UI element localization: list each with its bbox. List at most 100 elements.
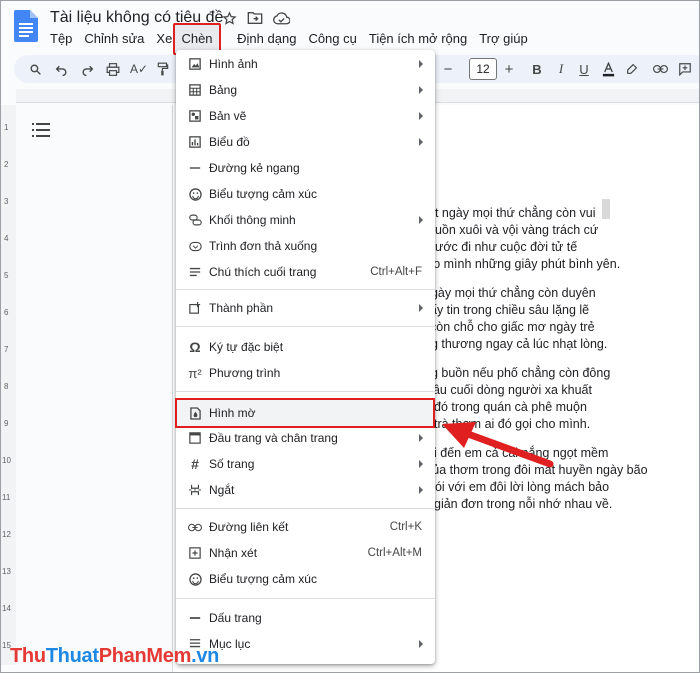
menu-item-bookmark[interactable]: Dấu trang bbox=[176, 606, 435, 630]
menu-item-table[interactable]: Bảng bbox=[176, 78, 435, 102]
add-comment-icon[interactable] bbox=[676, 60, 694, 78]
google-docs-logo-icon[interactable] bbox=[14, 10, 38, 42]
menu-item-dropdown[interactable]: Trình đơn thả xuống bbox=[176, 234, 435, 258]
omega-icon: Ω bbox=[189, 339, 201, 355]
watermark-part: Thuat bbox=[45, 645, 99, 667]
menu-item-building-blocks[interactable]: Thành phần bbox=[176, 296, 435, 320]
menu-item-special-characters[interactable]: Ω Ký tự đặc biệt bbox=[176, 335, 435, 359]
menu-divider bbox=[176, 598, 435, 599]
undo-icon[interactable] bbox=[52, 60, 70, 78]
header-footer-icon bbox=[188, 431, 202, 445]
move-folder-icon[interactable] bbox=[246, 9, 264, 27]
menu-extensions[interactable]: Tiện ích mở rộng bbox=[369, 30, 467, 48]
building-blocks-icon bbox=[188, 301, 202, 315]
menu-item-emoji[interactable]: Biểu tượng cảm xúc bbox=[176, 182, 435, 206]
ruler-tick: 7 bbox=[4, 345, 9, 354]
menu-item-image[interactable]: Hình ảnh bbox=[176, 52, 435, 76]
menu-item-label: Biểu đồ bbox=[209, 135, 250, 149]
text-line: cho mình những giây phút bình yên. bbox=[420, 257, 621, 271]
insert-link-icon[interactable] bbox=[651, 60, 669, 78]
menu-item-link[interactable]: Đường liên kết Ctrl+K bbox=[176, 515, 435, 539]
search-icon[interactable] bbox=[26, 60, 44, 78]
print-icon[interactable] bbox=[104, 60, 122, 78]
menu-item-label: Dấu trang bbox=[209, 611, 262, 625]
menu-item-page-numbers[interactable]: # Số trang bbox=[176, 452, 435, 476]
menu-item-horizontal-line[interactable]: Đường kẻ ngang bbox=[176, 156, 435, 180]
menu-item-headers-footers[interactable]: Đầu trang và chân trang bbox=[176, 426, 435, 450]
submenu-arrow-icon bbox=[419, 486, 423, 494]
menu-edit[interactable]: Chỉnh sửa bbox=[84, 30, 144, 48]
image-icon bbox=[188, 57, 202, 71]
star-icon[interactable] bbox=[220, 9, 238, 27]
menu-item-comment[interactable]: Nhận xét Ctrl+Alt+M bbox=[176, 541, 435, 565]
menu-item-label: Bảng bbox=[209, 83, 238, 97]
text-color-icon[interactable] bbox=[599, 60, 617, 78]
bold-icon[interactable]: B bbox=[528, 60, 546, 78]
menu-format[interactable]: Định dạng bbox=[237, 30, 296, 48]
text-line: ột ngày mọi thứ chẳng còn vui bbox=[428, 206, 596, 220]
ruler-tick: 9 bbox=[4, 419, 9, 428]
menu-divider bbox=[176, 289, 435, 290]
menu-bar: Tệp Chỉnh sửa Xem Định dạng Công cụ Tiện… bbox=[50, 30, 528, 48]
vertical-ruler[interactable]: 1 2 3 4 5 6 7 8 9 10 11 12 13 14 15 bbox=[0, 105, 16, 665]
menu-item-watermark[interactable]: Hình mờ bbox=[176, 400, 435, 426]
equation-icon: π² bbox=[188, 365, 202, 381]
menu-item-drawing[interactable]: Bản vẽ bbox=[176, 104, 435, 128]
bookmark-icon bbox=[188, 611, 202, 625]
text-line: buồn xuôi và vội vàng trách cứ bbox=[428, 223, 599, 237]
smart-chips-icon bbox=[188, 213, 202, 227]
italic-icon[interactable]: I bbox=[552, 60, 570, 78]
ruler-tick: 12 bbox=[2, 530, 11, 539]
menu-item-emoji-reaction[interactable]: Biểu tượng cảm xúc bbox=[176, 567, 435, 591]
decrease-font-size-icon[interactable]: − bbox=[439, 60, 457, 78]
menu-divider bbox=[176, 391, 435, 392]
ruler-tick: 3 bbox=[4, 197, 9, 206]
menu-item-footnote[interactable]: Chú thích cuối trang Ctrl+Alt+F bbox=[176, 260, 435, 284]
menu-item-chart[interactable]: Biểu đồ bbox=[176, 130, 435, 154]
highlight-color-icon[interactable] bbox=[622, 60, 640, 78]
paint-format-icon[interactable] bbox=[154, 60, 172, 78]
submenu-arrow-icon bbox=[419, 60, 423, 68]
ruler-tick: 2 bbox=[4, 160, 9, 169]
spellcheck-icon[interactable]: A✓ bbox=[130, 60, 148, 78]
menu-item-equation[interactable]: π² Phương trình bbox=[176, 361, 435, 385]
text-line: giản đơn trong nỗi nhớ nhau về. bbox=[434, 497, 613, 511]
menu-divider bbox=[176, 326, 435, 327]
menu-item-shortcut: Ctrl+Alt+M bbox=[367, 547, 422, 559]
insert-menu-dropdown: Hình ảnh Bảng Bản vẽ Biểu đồ Đường kẻ ng… bbox=[176, 50, 435, 664]
ruler-tick: 13 bbox=[2, 567, 11, 576]
submenu-arrow-icon bbox=[419, 304, 423, 312]
comment-icon bbox=[188, 546, 202, 560]
menu-file[interactable]: Tệp bbox=[50, 30, 72, 48]
ruler-tick: 14 bbox=[2, 604, 11, 613]
font-size-input[interactable]: 12 bbox=[469, 58, 497, 80]
menu-help[interactable]: Trợ giúp bbox=[479, 30, 528, 48]
chart-icon bbox=[188, 135, 202, 149]
menu-insert[interactable]: Chèn bbox=[175, 25, 219, 53]
increase-font-size-icon[interactable]: + bbox=[500, 60, 518, 78]
watermark-part: Thu bbox=[10, 645, 46, 667]
redo-icon[interactable] bbox=[78, 60, 96, 78]
emoji-icon bbox=[188, 187, 202, 201]
site-watermark-logo: ThuThuatPhanMem.vn bbox=[10, 645, 219, 668]
menu-item-smart-chips[interactable]: Khối thông minh bbox=[176, 208, 435, 232]
cloud-saved-icon[interactable] bbox=[272, 9, 290, 27]
underline-icon[interactable]: U bbox=[575, 60, 593, 78]
hash-icon: # bbox=[191, 456, 199, 472]
menu-tools[interactable]: Công cụ bbox=[308, 30, 356, 48]
break-icon bbox=[188, 483, 202, 497]
menu-divider bbox=[176, 508, 435, 509]
paragraph: ngày mọi thứ chẳng còn duyên ấy tin tron… bbox=[420, 285, 648, 353]
menu-item-label: Hình ảnh bbox=[209, 57, 258, 71]
menu-item-label: Phương trình bbox=[209, 366, 281, 380]
menu-item-label: Đường kẻ ngang bbox=[209, 161, 300, 175]
menu-item-label: Đường liên kết bbox=[209, 520, 289, 534]
document-outline-icon[interactable] bbox=[32, 122, 50, 138]
ruler-tick: 10 bbox=[2, 456, 11, 465]
menu-item-break[interactable]: Ngắt bbox=[176, 478, 435, 502]
menu-item-label: Chú thích cuối trang bbox=[209, 265, 317, 279]
text-line: ng thương ngay cả lúc nhạt lòng. bbox=[424, 337, 608, 351]
paragraph: ột ngày mọi thứ chẳng còn vui buồn xuôi … bbox=[420, 205, 648, 273]
text-line: nói với em đôi lời lòng mách bảo bbox=[428, 480, 610, 494]
text-line: ng buồn nếu phố chẳng còn đông bbox=[424, 366, 611, 380]
